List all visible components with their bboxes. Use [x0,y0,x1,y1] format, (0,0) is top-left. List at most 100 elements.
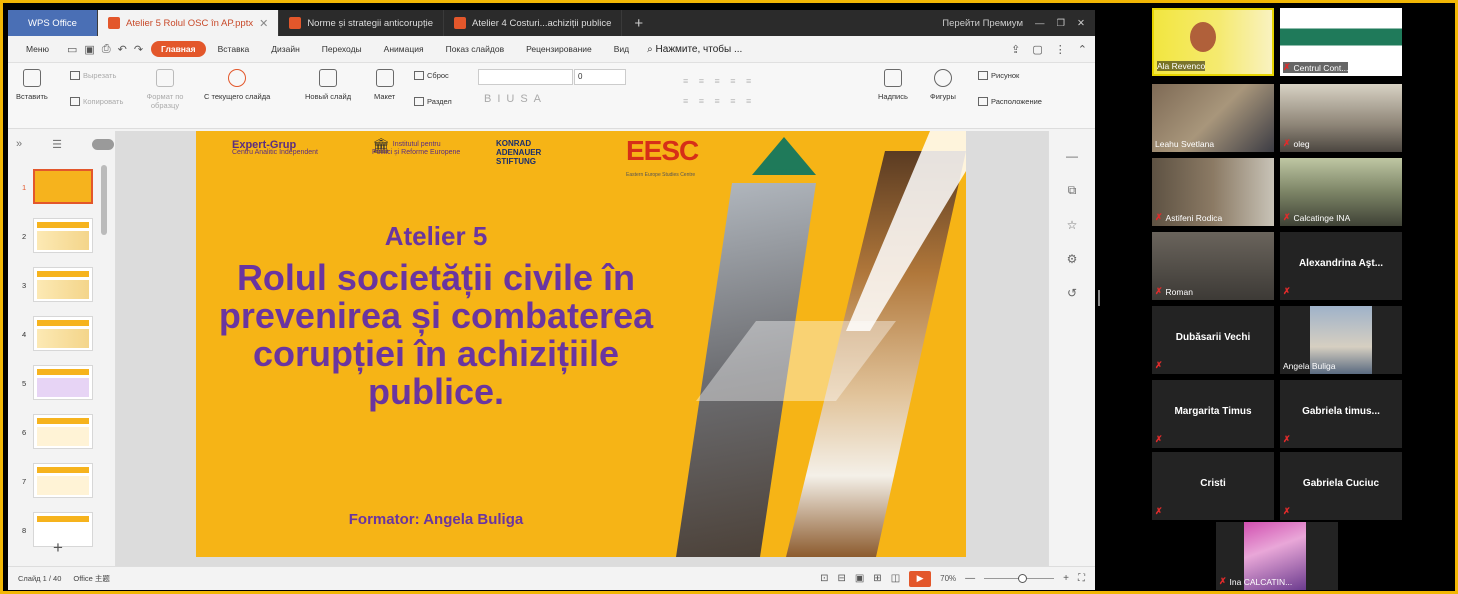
participant-tile[interactable]: Leahu Svetlana [1152,84,1274,152]
premium-link[interactable]: Перейти Премиум [942,18,1023,29]
undo-icon[interactable]: ↶ [118,43,127,56]
participant-tile[interactable]: ✗ Centrul Cont... [1280,8,1402,76]
format-painter-button[interactable]: Формат по образцу [138,69,192,110]
slide-thumbnail[interactable]: 5 [8,361,108,410]
tab-bar: WPS Office Atelier 5 Rolul OSC în AP.ppt… [8,10,1095,36]
tab-review[interactable]: Рецензирование [516,41,602,57]
participant-tile[interactable]: Gabriela timus... ✗ [1280,380,1402,448]
panel-divider[interactable] [1098,290,1100,306]
zoom-in-icon[interactable]: + [1063,573,1069,584]
shapes-button[interactable]: Фигуры [930,69,956,101]
tab-norme[interactable]: Norme și strategii anticorupție [279,10,444,36]
participant-tile[interactable]: Margarita Timus ✗ [1152,380,1274,448]
fit-window-icon[interactable]: ⛶ [1078,573,1085,584]
participant-tile[interactable]: Ala Revenco [1152,8,1274,76]
font-size-select[interactable]: 0 [574,69,626,85]
format-panel-icon[interactable]: ⧉ [1068,183,1077,198]
participant-name: Leahu Svetlana [1155,139,1215,149]
slide-thumbnail-image [33,218,93,253]
participant-name-center: Dubăsarii Vechi [1175,331,1251,343]
tab-view[interactable]: Вид [604,41,639,57]
participant-tile[interactable]: ✗ Calcatinge INA [1280,158,1402,226]
collapse-ribbon-icon[interactable]: ⌃ [1078,43,1087,56]
participant-tile[interactable]: ✗ Astifeni Rodica [1152,158,1274,226]
participant-tile[interactable]: ✗ Roman [1152,232,1274,300]
slideshow-play-button[interactable]: ▶ [909,570,932,587]
sorter-view-icon[interactable]: ⊞ [873,573,881,584]
tab-slideshow[interactable]: Показ слайдов [436,41,515,57]
more-icon[interactable]: ⋮ [1055,43,1066,56]
close-icon[interactable]: ✕ [259,17,268,30]
star-icon[interactable]: ☆ [1067,218,1078,232]
slide-thumbnail[interactable]: 2 [8,214,108,263]
tab-insert[interactable]: Вставка [208,41,260,57]
comments-icon[interactable]: ⊟ [837,573,845,584]
save-icon[interactable]: ▣ [84,43,94,56]
font-family-select[interactable] [478,69,573,85]
new-slide-button[interactable]: Новый слайд [305,69,351,101]
collapse-icon[interactable]: — [1066,149,1078,163]
restore-icon[interactable]: ❐ [1057,18,1066,29]
outline-icon[interactable]: ☰ [52,138,62,151]
copy-button[interactable]: Копировать [70,97,123,106]
current-slide[interactable]: Expert-Grup Centru Analitic Independent 🏛… [196,131,966,557]
comment-icon[interactable]: ▢ [1032,43,1042,56]
tab-atelier5[interactable]: Atelier 5 Rolul OSC în AP.pptx ✕ [98,10,280,36]
normal-view-icon[interactable]: ▣ [855,573,864,584]
open-icon[interactable]: ▭ [67,43,77,56]
paste-button[interactable]: Вставить [16,69,48,101]
tab-design[interactable]: Дизайн [261,41,310,57]
search-box[interactable]: ⌕ Нажмите, чтобы ... [647,44,742,55]
tab-label: Atelier 4 Costuri...achiziții publice [471,17,612,29]
tab-wps-office[interactable]: WPS Office [8,10,98,36]
redo-icon[interactable]: ↷ [134,43,143,56]
cut-button[interactable]: Вырезать [70,71,116,80]
text-format-buttons[interactable]: BIUSA [484,93,547,105]
participant-tile[interactable]: ✗ oleg [1280,84,1402,152]
layout-button[interactable]: Макет [374,69,395,101]
close-window-icon[interactable]: ✕ [1077,18,1085,29]
add-slide-button[interactable]: + [53,538,63,558]
collapse-pane-icon[interactable]: » [16,138,22,150]
kas-line2: ADENAUER [496,148,542,157]
caption-button[interactable]: Надпись [878,69,908,101]
reset-button[interactable]: Сброс [414,71,449,80]
print-icon[interactable]: ⎙ [102,43,111,56]
section-button[interactable]: Раздел [414,97,452,106]
participant-tile[interactable]: Gabriela Cuciuc ✗ [1280,452,1402,520]
tab-animation[interactable]: Анимация [374,41,434,57]
tab-transitions[interactable]: Переходы [312,41,372,57]
thumbnail-scrollbar[interactable] [101,165,107,235]
picture-button[interactable]: Рисунок [978,71,1019,80]
minimize-icon[interactable]: — [1035,18,1045,29]
zoom-level[interactable]: 70% [940,574,956,583]
participant-tile[interactable]: Cristi ✗ [1152,452,1274,520]
arrange-button[interactable]: Расположение [978,97,1042,106]
share-icon[interactable]: ⇪ [1011,43,1020,56]
zoom-out-icon[interactable]: — [965,573,975,584]
reading-view-icon[interactable]: ◫ [891,573,900,584]
view-toggle[interactable] [92,138,114,150]
slide-thumbnail[interactable]: 7 [8,459,108,508]
from-current-slide-button[interactable]: С текущего слайда [204,69,270,101]
zoom-slider-knob[interactable] [1018,574,1028,583]
slide-thumbnail[interactable]: 4 [8,312,108,361]
kas-line1: KONRAD [496,139,532,148]
menu-main[interactable]: Меню [16,41,59,57]
new-tab-button[interactable]: + [622,10,655,36]
participant-tile[interactable]: Alexandrina Aşt... ✗ [1280,232,1402,300]
settings-icon[interactable]: ⚙ [1067,252,1078,266]
participant-name: Angela Buliga [1283,361,1336,371]
participant-tile[interactable]: ✗ Ina CALCATIN... [1216,522,1338,590]
tab-atelier4[interactable]: Atelier 4 Costuri...achiziții publice [444,10,623,36]
tab-home[interactable]: Главная [151,41,206,57]
paragraph-buttons[interactable]: ≡ ≡ ≡ ≡ ≡ ≡ ≡ ≡ ≡ ≡ [683,71,755,111]
slide-thumbnail[interactable]: 1 [8,165,108,214]
history-icon[interactable]: ↺ [1067,286,1077,300]
participant-tile[interactable]: Dubăsarii Vechi ✗ [1152,306,1274,374]
notes-icon[interactable]: ⊡ [820,573,828,584]
slide-thumbnail[interactable]: 3 [8,263,108,312]
participant-tile[interactable]: Angela Buliga [1280,306,1402,374]
slide-thumbnail[interactable]: 6 [8,410,108,459]
zoom-slider[interactable] [984,574,1055,583]
